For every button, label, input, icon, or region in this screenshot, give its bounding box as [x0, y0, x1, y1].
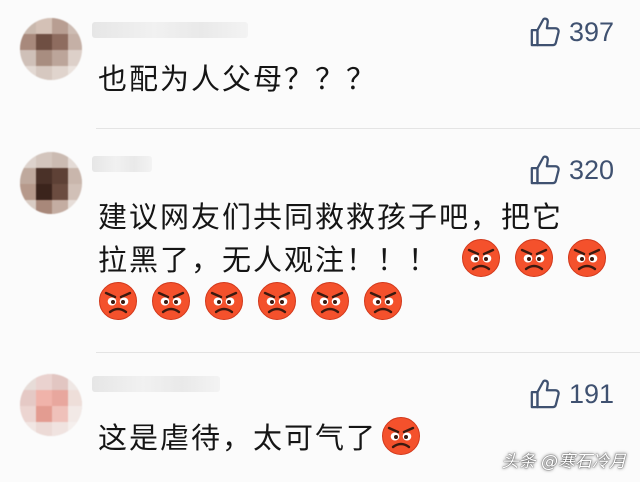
comment-text: 这是虐待，太可气了	[98, 416, 434, 459]
angry-face-emoji	[567, 238, 607, 278]
username[interactable]	[92, 156, 152, 172]
divider	[96, 352, 640, 353]
comment-item: 320 建议网友们共同救救孩子吧，把它 拉黑了，无人观注！！！	[0, 140, 640, 350]
comment-text: 建议网友们共同救救孩子吧，把它 拉黑了，无人观注！！！	[98, 196, 620, 324]
avatar[interactable]	[20, 374, 82, 436]
comment-item: 397 也配为人父母？？？	[0, 0, 640, 118]
avatar[interactable]	[20, 18, 82, 80]
comment-text-line: 拉黑了，无人观注！！！	[98, 238, 620, 281]
angry-face-emoji	[257, 281, 297, 321]
avatar[interactable]	[20, 152, 82, 214]
like-button[interactable]: 397	[529, 16, 614, 48]
comment-text-line: 这是虐待，太可气了	[98, 421, 378, 455]
thumbs-up-icon	[529, 154, 561, 186]
angry-face-emoji	[514, 238, 554, 278]
username[interactable]	[92, 376, 220, 392]
divider	[96, 128, 640, 129]
angry-face-emoji	[204, 281, 244, 321]
comment-text-line: 也配为人父母？？？	[98, 62, 378, 96]
watermark: 头条 @寒石冷月	[501, 452, 626, 472]
like-button[interactable]: 191	[529, 378, 614, 410]
comment-text: 也配为人父母？？？	[98, 58, 377, 100]
like-count: 320	[568, 154, 614, 185]
like-count: 191	[568, 378, 614, 409]
username[interactable]	[92, 22, 248, 38]
angry-face-emoji	[151, 281, 191, 321]
angry-face-emoji	[98, 281, 138, 321]
comment-text-line: 建议网友们共同救救孩子吧，把它	[98, 200, 564, 234]
angry-face-emoji	[461, 238, 501, 278]
thumbs-up-icon	[529, 378, 561, 410]
angry-face-emoji	[310, 281, 350, 321]
thumbs-up-icon	[529, 16, 561, 48]
like-button[interactable]: 320	[529, 154, 614, 186]
comment-emoji-line	[98, 281, 620, 324]
angry-face-emoji	[381, 416, 421, 456]
angry-face-emoji	[363, 281, 403, 321]
comment-list: 397 也配为人父母？？？ 320 建议网友们共同救救孩子吧，把它 拉黑了，无人…	[0, 0, 640, 482]
like-count: 397	[568, 16, 614, 47]
